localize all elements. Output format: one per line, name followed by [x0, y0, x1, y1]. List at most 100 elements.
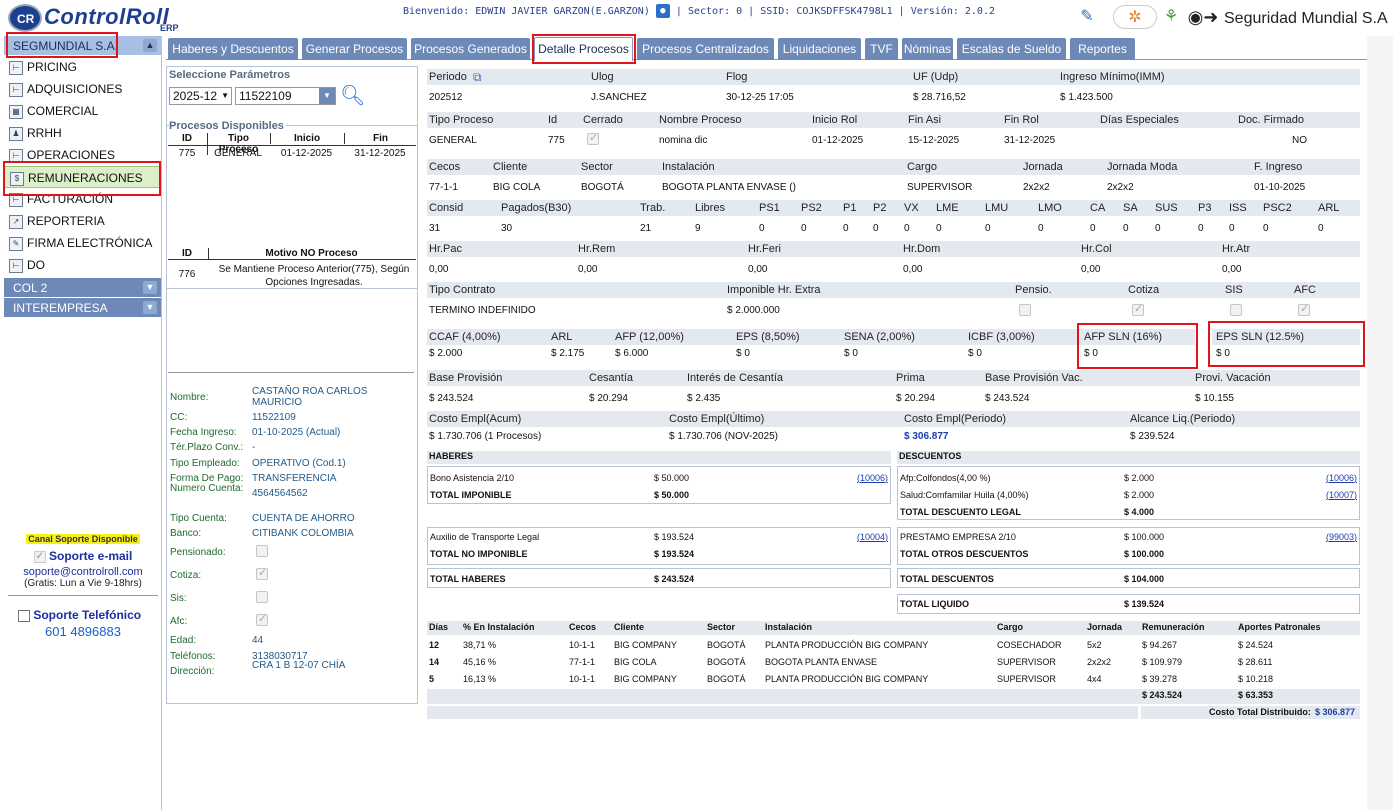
- controlroll-logo[interactable]: CR ControlRoll ERP: [8, 2, 186, 34]
- afp-code-link[interactable]: (10006): [1326, 473, 1357, 483]
- tab-tvf[interactable]: TVF: [865, 38, 898, 60]
- sidebar-item-pricing[interactable]: ⊢ PRICING: [4, 56, 161, 78]
- sidebar-item-do[interactable]: ⊢ DO: [4, 254, 161, 276]
- distribution-col-header: Cargo: [997, 622, 1024, 632]
- distribution-col-header: Jornada: [1087, 622, 1123, 632]
- edit-icon[interactable]: ✎: [1075, 5, 1099, 29]
- detail-value: NO: [1292, 135, 1307, 146]
- sidebar-item-label: REPORTERIA: [27, 214, 105, 228]
- sidebar-item-remuneraciones[interactable]: $ REMUNERACIONES: [4, 166, 161, 188]
- code[interactable]: 10006: [860, 473, 885, 483]
- tab-detalle-procesos[interactable]: Detalle Procesos: [534, 37, 633, 61]
- tab-procesos-generados[interactable]: Procesos Generados: [411, 38, 530, 60]
- detail-label: Trab.: [640, 202, 666, 214]
- settings-icon[interactable]: ✲: [1113, 5, 1157, 29]
- employee-checkbox[interactable]: [256, 545, 268, 557]
- external-link-icon[interactable]: ⧉: [473, 70, 482, 85]
- detail-label: ICBF (3,00%): [968, 331, 1035, 343]
- search-icon[interactable]: 🔍︎: [340, 83, 365, 108]
- no-proceso-col-motivo: Motivo NO Proceso: [208, 248, 414, 259]
- sidebar-item-operaciones[interactable]: ⊢ OPERACIONES: [4, 144, 161, 166]
- user-icon[interactable]: ●: [655, 4, 670, 18]
- sidebar-section-interempresa[interactable]: INTEREMPRESA ▼: [4, 298, 161, 318]
- session-info: | Sector: 0 | SSID: COJKSDFFSK4798L1 | V…: [675, 6, 995, 17]
- detail-value: $ 243.524: [985, 393, 1030, 404]
- procesos-cell[interactable]: GENERAL: [207, 148, 269, 159]
- chevron-down-icon[interactable]: ▼: [143, 301, 157, 314]
- detail-value: 0,00: [748, 264, 768, 275]
- phone-checkbox[interactable]: [18, 609, 30, 622]
- detail-value: 0,00: [429, 264, 449, 275]
- detail-value: 0,00: [1081, 264, 1101, 275]
- cerrado-checkbox[interactable]: [587, 131, 599, 145]
- sidebar-item-firma-electr-nica[interactable]: ✎ FIRMA ELECTRÓNICA: [4, 232, 161, 254]
- support-email-title: Soporte e-mail: [48, 549, 133, 563]
- distribution-cell: 5x2: [1087, 640, 1102, 650]
- sidebar-item-rrhh[interactable]: ♟ RRHH: [4, 122, 161, 144]
- detail-value: 0: [1155, 223, 1161, 234]
- code[interactable]: 10006: [1329, 473, 1354, 483]
- procesos-col-header: Fin: [344, 133, 416, 144]
- detail-value: 30-12-25 17:05: [726, 92, 794, 103]
- logo-erp: ERP: [160, 23, 179, 33]
- tab-liquidaciones[interactable]: Liquidaciones: [778, 38, 861, 60]
- code[interactable]: 10004: [860, 532, 885, 542]
- distribution-cell: 45,16 %: [463, 657, 497, 667]
- bono-code-link[interactable]: (10006): [857, 473, 888, 483]
- tab-n-minas[interactable]: Nóminas: [902, 38, 953, 60]
- detail-label: Instalación: [662, 161, 715, 173]
- total-otros-amount: $ 100.000: [1124, 549, 1165, 559]
- code[interactable]: 99003: [1329, 532, 1354, 542]
- scrollbar[interactable]: [1367, 36, 1393, 810]
- salud-code-link[interactable]: (10007): [1326, 490, 1357, 500]
- detail-label: Fin Rol: [1004, 114, 1039, 126]
- procesos-cell[interactable]: 775: [168, 148, 206, 159]
- contract-checkbox[interactable]: [1132, 302, 1144, 316]
- code[interactable]: 10007: [1329, 490, 1354, 500]
- detail-value: $ 1.423.500: [1060, 92, 1113, 103]
- distribution-cell: BOGOTÁ: [707, 657, 746, 667]
- employee-label: Tér.Plazo Conv.:: [170, 442, 244, 453]
- tab-haberes-y-descuentos[interactable]: Haberes y Descuentos: [168, 38, 298, 60]
- distribution-footer-left: [427, 706, 1138, 719]
- chevron-up-icon[interactable]: ▲: [143, 39, 157, 52]
- sidebar-item-label: OPERACIONES: [27, 148, 116, 162]
- people-icon: ♟: [9, 126, 23, 141]
- detail-label: Hr.Feri: [748, 243, 781, 255]
- distribution-col-header: Días: [429, 622, 449, 632]
- chart-icon: ↗: [9, 214, 23, 229]
- sidebar-item-comercial[interactable]: ▦ COMERCIAL: [4, 100, 161, 122]
- contract-checkbox[interactable]: [1019, 304, 1031, 316]
- bono-label: Bono Asistencia 2/10: [430, 473, 515, 483]
- logout-icon[interactable]: ◉➜: [1185, 5, 1221, 29]
- descuentos-title: DESCUENTOS: [897, 451, 1360, 464]
- employee-checkbox[interactable]: [256, 566, 268, 580]
- tab-procesos-centralizados[interactable]: Procesos Centralizados: [637, 38, 774, 60]
- support-email[interactable]: soporte@controlroll.com: [4, 566, 162, 578]
- support-phone[interactable]: 601 4896883: [4, 624, 162, 639]
- prestamo-code-link[interactable]: (99003): [1326, 532, 1357, 542]
- contract-checkbox[interactable]: [1230, 304, 1242, 316]
- support-icon[interactable]: ⚘: [1159, 5, 1183, 29]
- employee-combo[interactable]: 11522109 ▼: [235, 87, 336, 105]
- employee-checkbox[interactable]: [256, 591, 268, 603]
- employee-checkbox[interactable]: [256, 612, 268, 626]
- tab-escalas-de-sueldo[interactable]: Escalas de Sueldo: [957, 38, 1066, 60]
- sidebar-item-adquisiciones[interactable]: ⊢ ADQUISICIONES: [4, 78, 161, 100]
- procesos-cell[interactable]: 31-12-2025: [344, 148, 416, 159]
- period-select[interactable]: 2025-12 ▼: [169, 87, 232, 105]
- distribution-cell: 77-1-1: [569, 657, 596, 667]
- distribution-cell: 12: [429, 640, 440, 650]
- sidebar-section-col2[interactable]: COL 2 ▼: [4, 278, 161, 298]
- tab-generar-procesos[interactable]: Generar Procesos: [302, 38, 407, 60]
- sidebar-section-segmundial[interactable]: SEGMUNDIAL S.A. ▲: [4, 36, 161, 56]
- detail-label: ISS: [1229, 202, 1247, 214]
- email-checkbox[interactable]: ✓: [33, 550, 46, 563]
- chevron-down-icon[interactable]: ▼: [143, 281, 157, 294]
- sidebar-item-reporteria[interactable]: ↗ REPORTERIA: [4, 210, 161, 232]
- tab-reportes[interactable]: Reportes: [1070, 38, 1135, 60]
- sidebar-item-facturaci-n[interactable]: ⊢ FACTURACIÓN: [4, 188, 161, 210]
- contract-checkbox[interactable]: [1298, 302, 1310, 316]
- procesos-cell[interactable]: 01-12-2025: [270, 148, 343, 159]
- auxilio-code-link[interactable]: (10004): [857, 532, 888, 542]
